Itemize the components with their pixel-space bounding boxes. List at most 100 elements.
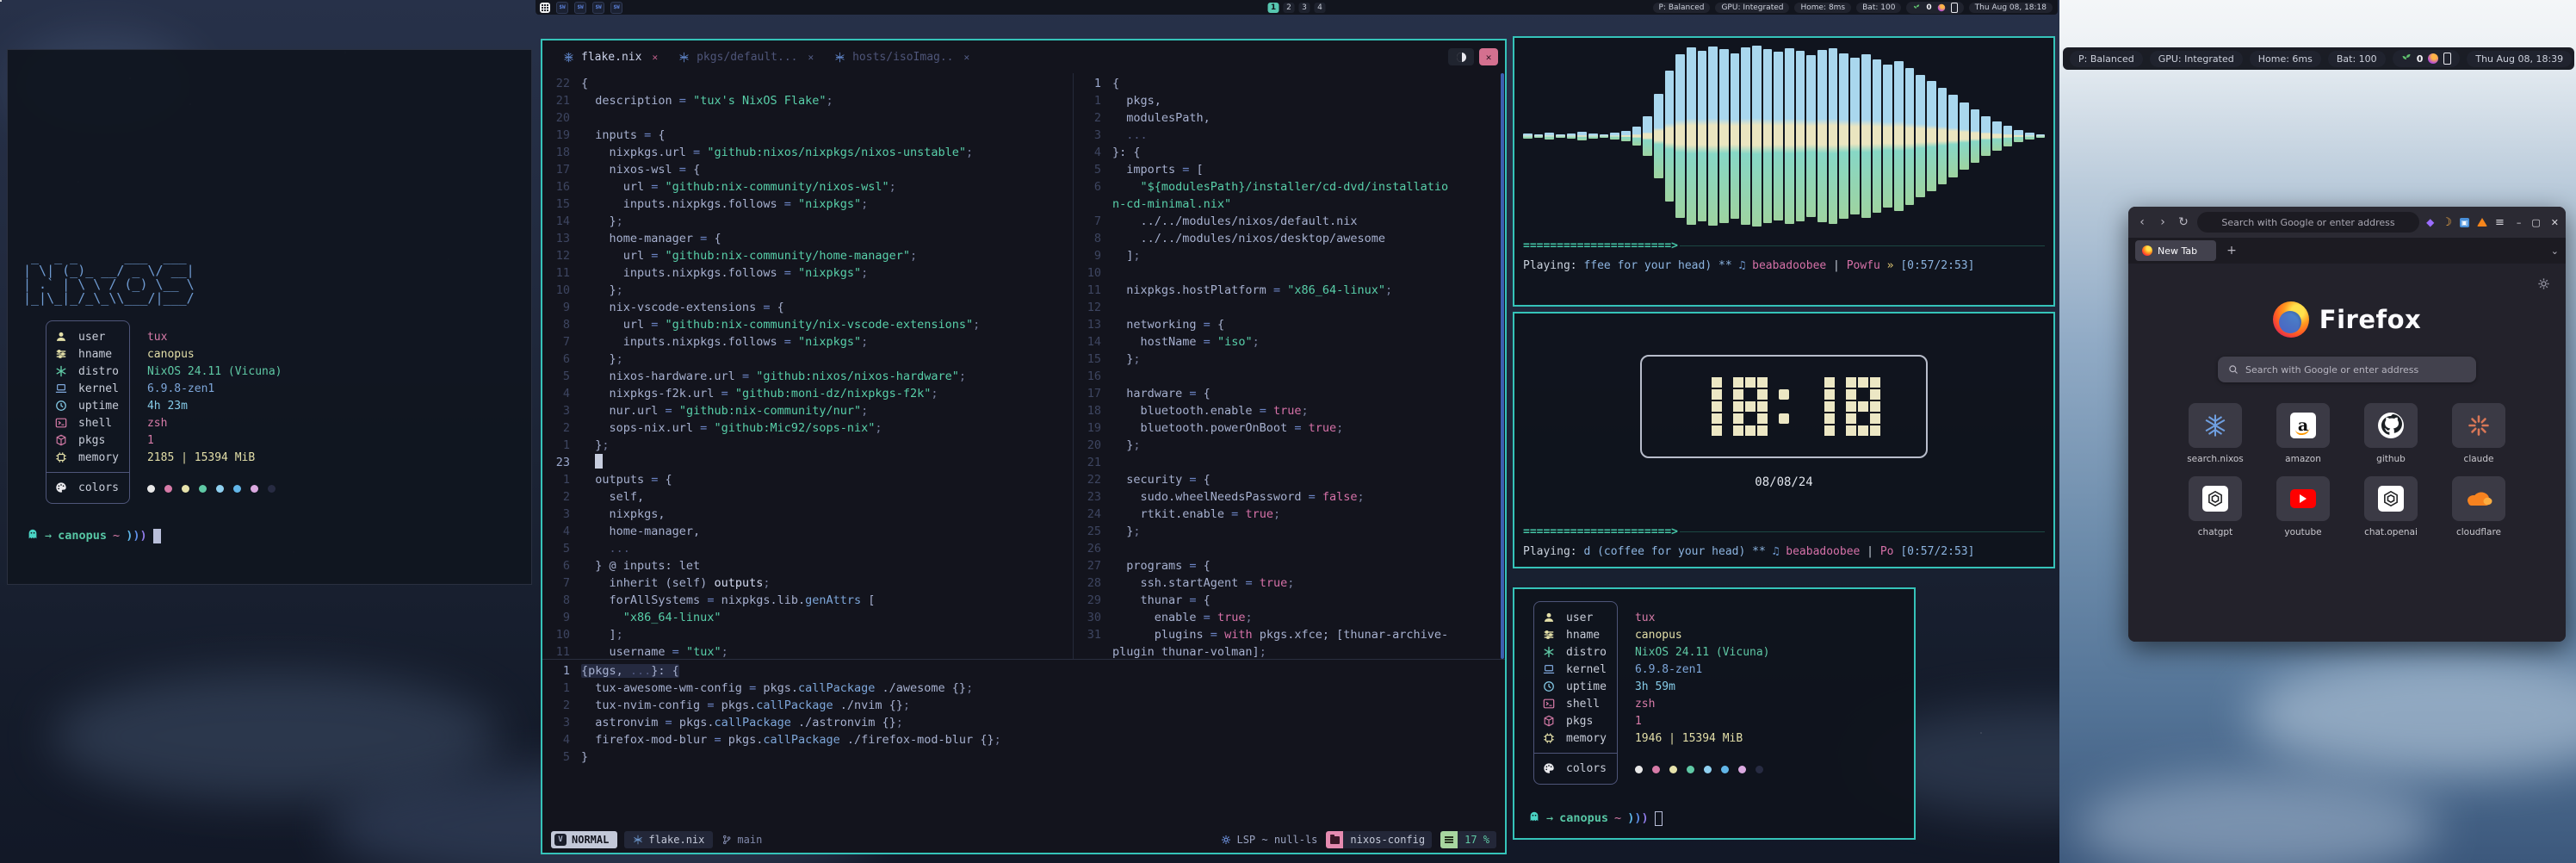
code-line: 15 };	[1074, 351, 1505, 368]
url-bar[interactable]: Search with Google or enter address	[2197, 212, 2419, 233]
fetch-row-hname: hname	[55, 345, 119, 363]
code-line: 21	[1074, 454, 1505, 471]
code-line: plugin thunar-volman];	[1074, 643, 1505, 659]
lsp-gears-icon	[1221, 835, 1231, 845]
back-button[interactable]: ‹	[2135, 215, 2149, 229]
battery-module: Bat: 100	[2328, 51, 2386, 67]
shortcut-amazon[interactable]: aamazon	[2266, 403, 2340, 464]
reload-button[interactable]: ↻	[2177, 215, 2190, 229]
forward-button[interactable]: ›	[2156, 215, 2170, 229]
theme-toggle-button[interactable]	[1448, 48, 1474, 65]
shell-prompt[interactable]: → canopus ~ )))	[27, 528, 516, 543]
extension-blue-icon[interactable]: ▣	[2460, 218, 2469, 227]
code-line: 1 tux-awesome-wm-config = pkgs.callPacka…	[542, 680, 1505, 697]
visualizer-bar	[1850, 58, 1860, 214]
shortcut-github[interactable]: github	[2354, 403, 2428, 464]
clock-module[interactable]: Thu Aug 08, 18:39	[2467, 51, 2572, 67]
fetch-value-user: tux	[1635, 610, 1770, 627]
ghost-icon	[1528, 810, 1540, 826]
fetch-row-shell: shell	[55, 414, 119, 432]
visualizer-bar	[1971, 109, 1980, 162]
tray-plant-icon[interactable]	[1912, 3, 1921, 12]
workspace-2[interactable]: 2	[1284, 3, 1295, 13]
newtab-search-input[interactable]: Search with Google or enter address	[2218, 357, 2476, 382]
menu-button[interactable]: ≡	[2495, 216, 2505, 229]
visualizer-bar	[1719, 49, 1729, 222]
shortcut-label: chatgpt	[2198, 527, 2232, 537]
shortcut-chat.openai[interactable]: chat.openai	[2354, 476, 2428, 537]
pinned-app-icon[interactable]: $W	[556, 2, 568, 14]
fetch-row-kernel: kernel	[1543, 661, 1607, 678]
workspace-switcher: 1234	[1268, 3, 1326, 13]
nix-snowflake-icon	[834, 52, 845, 63]
tray-phone-icon[interactable]	[1951, 3, 1958, 13]
tray-media-icon[interactable]	[2428, 53, 2438, 64]
code-line: 2 self,	[542, 488, 1073, 506]
extension-diamond-icon[interactable]: ◆	[2426, 216, 2434, 228]
shortcut-chatgpt[interactable]: chatgpt	[2178, 476, 2252, 537]
minimize-button[interactable]: –	[2517, 217, 2522, 228]
tab-list-chevron-icon[interactable]: ⌄	[2551, 245, 2559, 257]
shortcut-cloudflare[interactable]: cloudflare	[2442, 476, 2516, 537]
code-line: 11 nixpkgs.hostPlatform = "x86_64-linux"…	[1074, 282, 1505, 299]
shortcut-claude[interactable]: claude	[2442, 403, 2516, 464]
close-editor-button[interactable]: ✕	[1479, 48, 1498, 65]
fetch-terminal-window[interactable]: userhnamedistrokerneluptimeshellpkgsmemo…	[1513, 587, 1916, 840]
shortcut-youtube[interactable]: youtube	[2266, 476, 2340, 537]
tray-zero-icon[interactable]: 0	[2417, 53, 2424, 65]
visualizer-bar	[1960, 102, 1969, 170]
metamask-fox-icon[interactable]	[2477, 218, 2487, 227]
firefox-newtab-page: Firefox Search with Google or enter addr…	[2128, 264, 2566, 642]
editor-pane-flake[interactable]: 22{21 description = "tux's NixOS Flake";…	[542, 73, 1074, 659]
shell-prompt[interactable]: → canopus ~ )))	[1528, 810, 1900, 826]
code-line: 25 };	[1074, 523, 1505, 540]
workspace-4[interactable]: 4	[1315, 3, 1326, 13]
tray-phone-icon[interactable]	[2443, 53, 2451, 65]
firefox-window[interactable]: ‹ › ↻ Search with Google or enter addres…	[2128, 207, 2566, 642]
personalize-gear-icon[interactable]	[2537, 277, 2550, 294]
cava-terminal-window[interactable]: ======================> Playing: ffee fo…	[1513, 36, 2055, 307]
tab-close-icon[interactable]: ✕	[652, 52, 658, 63]
clock-terminal-window[interactable]: 08/08/24 ======================> Playing…	[1513, 312, 2055, 568]
code-line: 7 ../../modules/nixos/default.nix	[1074, 213, 1505, 230]
neovim-window[interactable]: flake.nix ✕ pkgs/default... ✕ hosts/isoI…	[541, 39, 1507, 854]
editor-pane-pkgs[interactable]: 1{pkgs, ...}: {1 tux-awesome-wm-config =…	[542, 659, 1505, 826]
editor-cursor	[595, 454, 603, 469]
pinned-app-icon[interactable]: $W	[610, 2, 622, 14]
fetch-value-memory: 1946 | 15394 MiB	[1635, 730, 1770, 748]
tab-close-icon[interactable]: ✕	[964, 52, 970, 63]
clock-module[interactable]: Thu Aug 08, 18:18	[1969, 3, 2053, 13]
tray-plant-icon[interactable]	[2401, 53, 2412, 64]
maximize-button[interactable]: ▢	[2531, 217, 2540, 228]
tab-close-icon[interactable]: ✕	[808, 52, 814, 63]
close-button[interactable]: ✕	[2551, 217, 2559, 228]
tab-hosts-isoimage[interactable]: hosts/isoImag.. ✕	[824, 40, 980, 73]
pinned-app-icon[interactable]: $W	[574, 2, 586, 14]
tab-pkgs-default[interactable]: pkgs/default... ✕	[668, 40, 824, 73]
tab-flake-nix[interactable]: flake.nix ✕	[553, 40, 668, 73]
visualizer-bar	[1938, 88, 1947, 184]
tray-media-icon[interactable]	[1937, 3, 1946, 12]
tab-new-tab[interactable]: New Tab	[2135, 240, 2216, 261]
left-terminal-window[interactable]: _ _ _ ___ ___ | \| (_)_ __/ _ \/ __| | .…	[7, 49, 532, 585]
dark-reader-icon[interactable]: ☽	[2442, 216, 2452, 229]
workspace-1[interactable]: 1	[1268, 3, 1279, 13]
visualizer-bar	[1556, 134, 1565, 138]
tray-zero-icon[interactable]: 0	[1926, 3, 1931, 12]
firefox-favicon	[2142, 245, 2152, 256]
code-line: 27 programs = {	[1074, 557, 1505, 574]
workspace-3[interactable]: 3	[1299, 3, 1310, 13]
shortcut-search.nixos[interactable]: search.nixos	[2178, 403, 2252, 464]
scrollbar[interactable]	[1501, 73, 1504, 659]
app-launcher-button[interactable]	[540, 3, 550, 13]
fetch-value-user: tux	[147, 329, 282, 346]
visualizer-bar	[1600, 134, 1609, 138]
fetch-row-kernel: kernel	[55, 380, 119, 397]
editor-pane-iso[interactable]: 1{1 pkgs,2 modulesPath,3 ...4}: {5 impor…	[1074, 73, 1505, 659]
top-bar: $W $W $W $W 1234 P: BalancedGPU: Integra…	[536, 0, 2058, 15]
distro-icon	[1543, 646, 1556, 659]
pinned-app-icon[interactable]: $W	[592, 2, 604, 14]
new-tab-button[interactable]: +	[2226, 244, 2237, 258]
code-line: 6 };	[542, 351, 1073, 368]
visualizer-bar	[2003, 126, 2013, 146]
